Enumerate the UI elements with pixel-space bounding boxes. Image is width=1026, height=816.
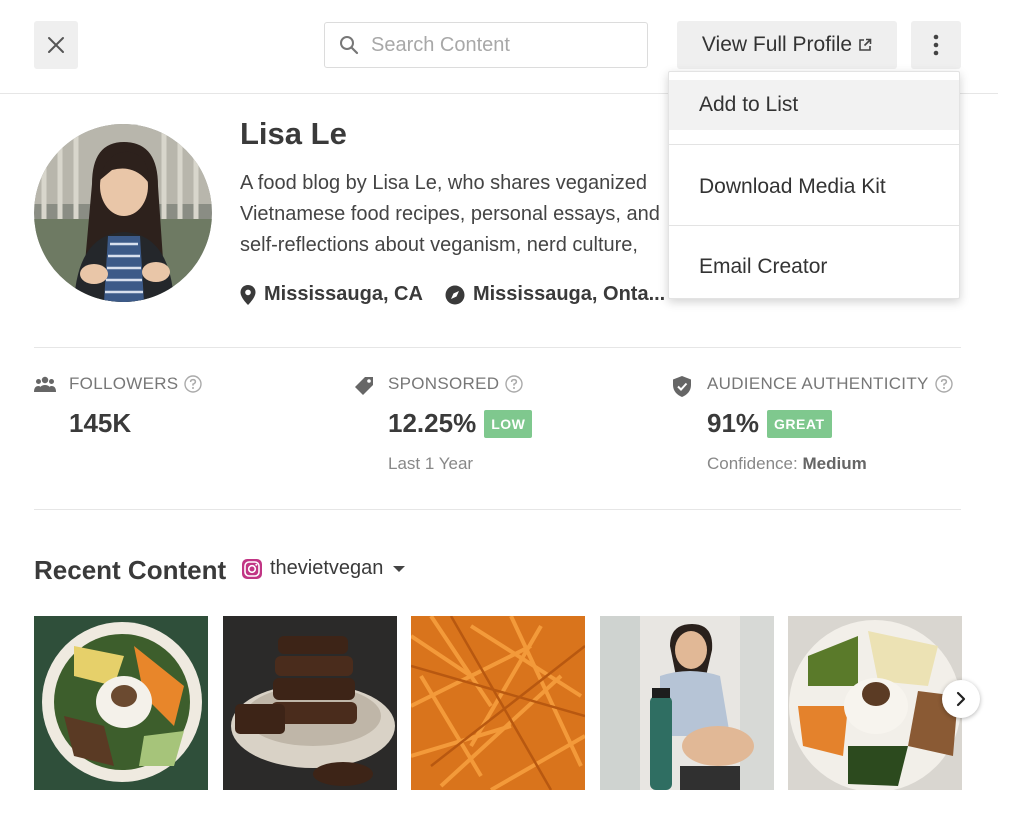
view-full-profile-label: View Full Profile (701, 33, 853, 56)
menu-item-add-to-list[interactable]: Add to List (669, 80, 959, 130)
followers-label: FOLLOWERS (69, 374, 179, 393)
menu-item-label: Download Media Kit (699, 175, 886, 198)
content-thumbnail[interactable] (788, 616, 962, 790)
search-input[interactable] (371, 33, 631, 57)
peanut-butter-cups-photo (222, 616, 397, 790)
content-thumbnail[interactable] (599, 616, 774, 790)
status-badge: LOW (484, 409, 533, 438)
sponsored-period: Last 1 Year (388, 454, 474, 473)
confidence-value: Medium (802, 454, 867, 473)
people-icon (34, 376, 56, 392)
woman-with-water-bottle-photo (599, 616, 774, 790)
status-badge: GREAT (767, 409, 832, 438)
shield-check-icon (673, 376, 691, 397)
tag-icon (355, 377, 373, 395)
content-thumbnail[interactable] (34, 616, 208, 790)
menu-item-label: Add to List (699, 93, 799, 116)
menu-item-label: Email Creator (699, 255, 828, 278)
more-vertical-icon (933, 34, 939, 56)
menu-divider (669, 225, 959, 226)
divider (34, 347, 961, 348)
content-thumbnail[interactable] (411, 616, 585, 790)
compass-icon (445, 285, 465, 304)
close-icon (48, 37, 64, 53)
menu-divider (669, 144, 959, 145)
menu-item-download-media-kit[interactable]: Download Media Kit (669, 162, 959, 212)
search-icon (340, 36, 359, 55)
region: Mississauga, Onta... (445, 283, 665, 306)
options-dropdown: Add to List Download Media Kit Email Cre… (668, 71, 960, 299)
carrot-shreds-photo (411, 616, 585, 790)
avatar (34, 124, 212, 302)
account-handle: thevietvegan (270, 557, 384, 579)
sponsored-value: 12.25% (388, 408, 477, 438)
followers-stat: FOLLOWERS 145K (34, 374, 203, 438)
sponsored-label: SPONSORED (388, 374, 500, 393)
next-button[interactable] (942, 680, 980, 718)
location: Mississauga, CA (240, 283, 423, 306)
authenticity-label: AUDIENCE AUTHENTICITY (707, 374, 929, 393)
authenticity-stat: AUDIENCE AUTHENTICITY 91% GREAT Confiden… (673, 374, 953, 473)
chevron-right-icon (956, 691, 966, 707)
account-selector[interactable]: thevietvegan (242, 557, 406, 580)
region-label: Mississauga, Onta... (472, 283, 666, 305)
rice-bowl-photo (34, 616, 208, 790)
help-icon[interactable] (505, 375, 524, 393)
close-button[interactable] (34, 21, 78, 69)
help-icon[interactable] (184, 375, 203, 393)
content-thumbnails (34, 616, 977, 790)
content-thumbnail[interactable] (222, 616, 397, 790)
divider (34, 509, 961, 510)
sponsored-stat: SPONSORED 12.25% LOW Last 1 Year (354, 374, 533, 473)
map-pin-icon (240, 284, 256, 305)
chevron-down-icon (393, 565, 406, 572)
confidence-label: Confidence: (707, 454, 798, 473)
profile-bio: A food blog by Lisa Le, who shares vegan… (240, 172, 660, 256)
search-box[interactable] (324, 22, 648, 68)
help-icon[interactable] (934, 375, 953, 393)
recent-content-title: Recent Content (34, 555, 227, 585)
profile-name: Lisa Le (240, 116, 347, 151)
bibimbap-photo (788, 616, 962, 790)
profile-locations: Mississauga, CA Mississauga, Onta... (240, 283, 665, 306)
view-full-profile-button[interactable]: View Full Profile (677, 21, 897, 69)
confidence-text: Confidence: Medium (707, 454, 867, 474)
external-link-icon (858, 38, 872, 52)
menu-item-email-creator[interactable]: Email Creator (669, 242, 959, 292)
instagram-icon (242, 558, 262, 579)
followers-value: 145K (69, 408, 132, 438)
more-options-button[interactable] (911, 21, 961, 69)
location-label: Mississauga, CA (264, 283, 423, 305)
authenticity-value: 91% (707, 408, 760, 438)
